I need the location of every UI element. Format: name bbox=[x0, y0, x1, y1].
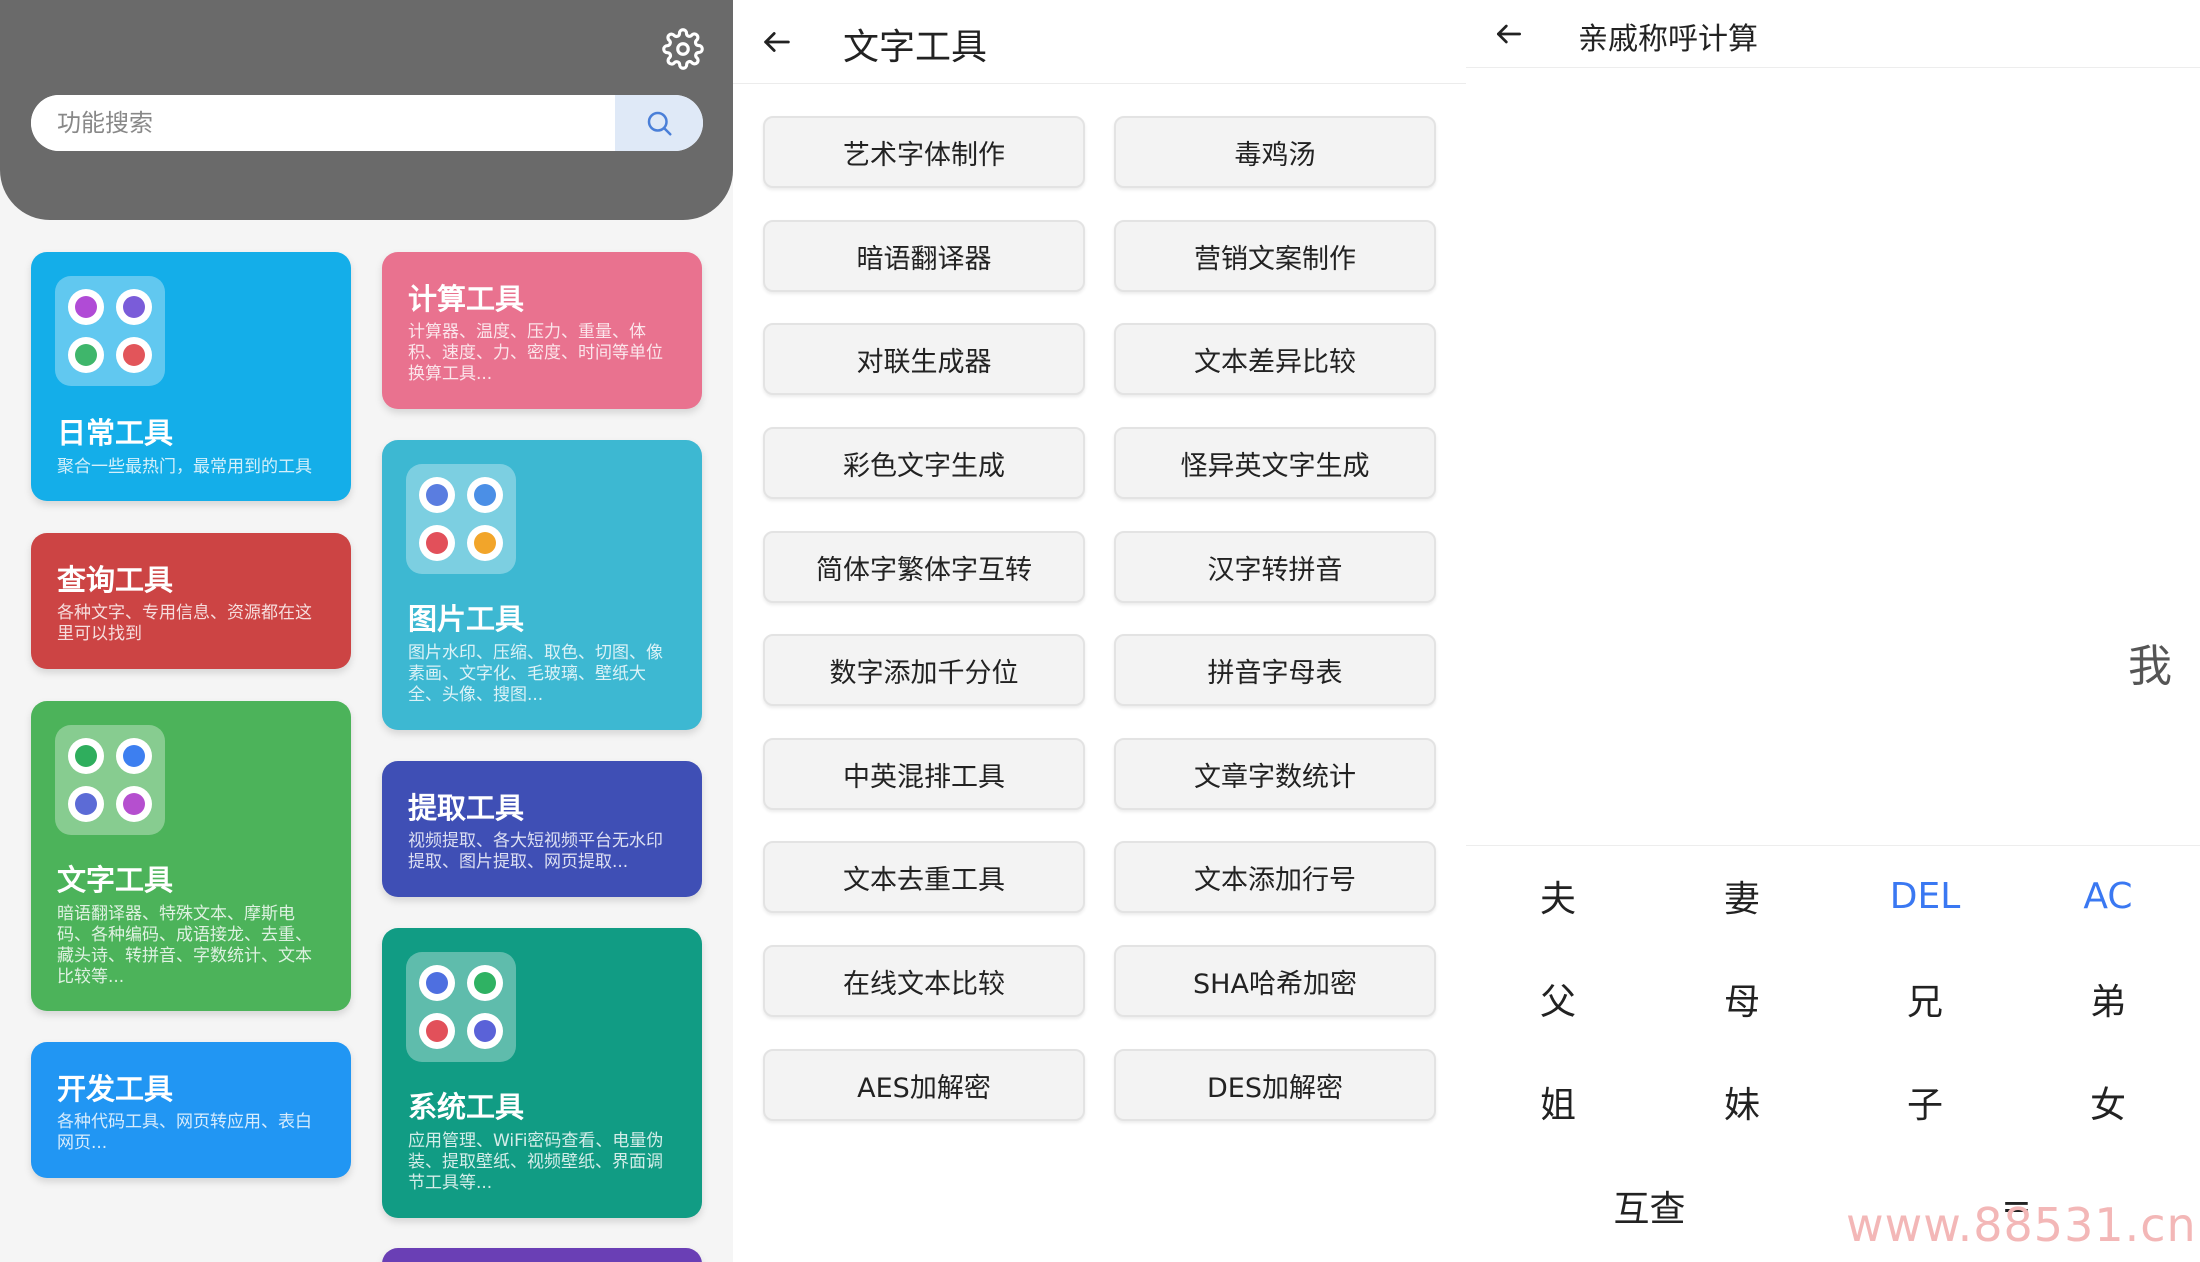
shield-check-icon bbox=[467, 965, 503, 1001]
tool-button-thousands-separator[interactable]: 数字添加千分位 bbox=[763, 634, 1085, 706]
search-icon bbox=[647, 111, 672, 136]
shield-info-icon bbox=[419, 965, 455, 1001]
card-description: 各种文字、专用信息、资源都在这里可以找到 bbox=[57, 603, 312, 644]
card-description: 计算器、温度、压力、重量、体积、速度、力、密度、时间等单位换算工具... bbox=[408, 322, 663, 384]
back-button[interactable] bbox=[1486, 12, 1532, 56]
card-title: 查询工具 bbox=[57, 563, 174, 597]
inbox-icon bbox=[116, 786, 152, 822]
card-extract-tools[interactable]: 提取工具 视频提取、各大短视频平台无水印提取、图片提取、网页提取... bbox=[382, 761, 702, 897]
monitor-icon bbox=[116, 337, 152, 373]
percent-badge-icon bbox=[419, 1013, 455, 1049]
tool-button-dedupe[interactable]: 文本去重工具 bbox=[763, 841, 1085, 913]
key-son[interactable]: 子 bbox=[1833, 1052, 2017, 1152]
document-search-icon bbox=[68, 337, 104, 373]
card-text-tools[interactable]: 文字工具 暗语翻译器、特殊文本、摩斯电码、各种编码、成语接龙、去重、藏头诗、转拼… bbox=[31, 701, 351, 1011]
tool-button-cipher-translator[interactable]: 暗语翻译器 bbox=[763, 220, 1085, 292]
tool-button-art-font[interactable]: 艺术字体制作 bbox=[763, 116, 1085, 188]
settings-badge-icon bbox=[467, 1013, 503, 1049]
graduation-cap-icon bbox=[68, 786, 104, 822]
card-query-tools[interactable]: 查询工具 各种文字、专用信息、资源都在这里可以找到 bbox=[31, 533, 351, 669]
card-calc-tools[interactable]: 计算工具 计算器、温度、压力、重量、体积、速度、力、密度、时间等单位换算工具..… bbox=[382, 252, 702, 409]
key-husband[interactable]: 夫 bbox=[1466, 846, 1650, 946]
gear-icon bbox=[662, 28, 704, 70]
arrow-left-icon bbox=[764, 32, 790, 52]
card-title: 文字工具 bbox=[57, 863, 174, 897]
back-button[interactable] bbox=[753, 20, 801, 64]
relation-display: 我 bbox=[2128, 641, 2172, 692]
text-tools-panel: 文字工具 艺术字体制作 毒鸡汤 暗语翻译器 营销文案制作 对联生成器 文本差异比… bbox=[733, 0, 1466, 1262]
tool-button-couplet-generator[interactable]: 对联生成器 bbox=[763, 323, 1085, 395]
card-dev-tools[interactable]: 开发工具 各种代码工具、网页转应用、表白网页... bbox=[31, 1042, 351, 1178]
tool-button-pinyin-alphabet[interactable]: 拼音字母表 bbox=[1114, 634, 1436, 706]
tool-button-sha-hash[interactable]: SHA哈希加密 bbox=[1114, 945, 1436, 1017]
card-description: 聚合一些最热门，最常用到的工具 bbox=[57, 457, 312, 477]
arrow-left-icon bbox=[1497, 24, 1521, 44]
tool-button-weird-english[interactable]: 怪异英文字生成 bbox=[1114, 427, 1436, 499]
key-father[interactable]: 父 bbox=[1466, 949, 1650, 1049]
camera-icon bbox=[419, 477, 455, 513]
tool-button-toxic-soup[interactable]: 毒鸡汤 bbox=[1114, 116, 1436, 188]
mutual-query-button[interactable]: 互查 bbox=[1466, 1156, 1833, 1256]
card-title: 计算工具 bbox=[408, 282, 525, 316]
text-tools-header: 文字工具 bbox=[733, 0, 1466, 84]
flower-icon bbox=[467, 525, 503, 561]
star-icon bbox=[68, 289, 104, 325]
card-title: 开发工具 bbox=[57, 1072, 174, 1106]
key-elder-brother[interactable]: 兄 bbox=[1833, 949, 2017, 1049]
tool-button-des[interactable]: DES加解密 bbox=[1114, 1049, 1436, 1121]
card-description: 图片水印、压缩、取色、切图、像素画、文字化、毛玻璃、壁纸大全、头像、搜图... bbox=[408, 643, 663, 705]
notes-icon bbox=[68, 738, 104, 774]
card-description: 视频提取、各大短视频平台无水印提取、图片提取、网页提取... bbox=[408, 831, 663, 872]
card-title: 提取工具 bbox=[408, 791, 525, 825]
document-icon bbox=[116, 738, 152, 774]
card-icon-group bbox=[406, 464, 516, 574]
tool-button-simp-trad-convert[interactable]: 简体字繁体字互转 bbox=[763, 531, 1085, 603]
tool-button-color-text[interactable]: 彩色文字生成 bbox=[763, 427, 1085, 499]
key-daughter[interactable]: 女 bbox=[2016, 1052, 2200, 1152]
tool-button-marketing-copy[interactable]: 营销文案制作 bbox=[1114, 220, 1436, 292]
card-system-tools[interactable]: 系统工具 应用管理、WiFi密码查看、电量伪装、提取壁纸、视频壁纸、界面调节工具… bbox=[382, 928, 702, 1218]
card-icon-group bbox=[55, 276, 165, 386]
card-icon-group bbox=[406, 952, 516, 1062]
card-title: 系统工具 bbox=[408, 1090, 525, 1124]
page-title: 亲戚称呼计算 bbox=[1578, 22, 1758, 57]
palette-icon bbox=[419, 525, 455, 561]
card-icon-group bbox=[55, 725, 165, 835]
clear-all-button[interactable]: AC bbox=[2016, 846, 2200, 946]
search-button[interactable] bbox=[615, 95, 703, 151]
delete-button[interactable]: DEL bbox=[1833, 846, 2017, 946]
card-title: 日常工具 bbox=[57, 416, 174, 450]
watermark: www.88531.cn bbox=[1846, 1198, 2197, 1252]
card-description: 暗语翻译器、特殊文本、摩斯电码、各种编码、成语接龙、去重、藏头诗、转拼音、字数统… bbox=[57, 904, 312, 987]
card-image-tools[interactable]: 图片工具 图片水印、压缩、取色、切图、像素画、文字化、毛玻璃、壁纸大全、头像、搜… bbox=[382, 440, 702, 730]
card-description: 应用管理、WiFi密码查看、电量伪装、提取壁纸、视频壁纸、界面调节工具等... bbox=[408, 1131, 664, 1193]
key-elder-sister[interactable]: 姐 bbox=[1466, 1052, 1650, 1152]
tool-button-online-compare[interactable]: 在线文本比较 bbox=[763, 945, 1085, 1017]
key-younger-brother[interactable]: 弟 bbox=[2016, 949, 2200, 1049]
key-mother[interactable]: 母 bbox=[1650, 949, 1834, 1049]
search-box bbox=[31, 95, 703, 151]
home-panel: 日常工具 聚合一些最热门，最常用到的工具 计算工具 计算器、温度、压力、重量、体… bbox=[0, 0, 733, 1262]
kinship-header: 亲戚称呼计算 bbox=[1466, 0, 2200, 68]
key-wife[interactable]: 妻 bbox=[1650, 846, 1834, 946]
card-next-partial[interactable] bbox=[382, 1248, 702, 1262]
settings-button[interactable] bbox=[662, 28, 704, 70]
apps-icon bbox=[116, 289, 152, 325]
tool-button-text-diff[interactable]: 文本差异比较 bbox=[1114, 323, 1436, 395]
key-younger-sister[interactable]: 妹 bbox=[1650, 1052, 1834, 1152]
picture-icon bbox=[467, 477, 503, 513]
tool-button-aes[interactable]: AES加解密 bbox=[763, 1049, 1085, 1121]
kinship-panel: 亲戚称呼计算 我 夫 妻 DEL AC 父 母 兄 弟 姐 妹 子 女 互查 =… bbox=[1466, 0, 2200, 1262]
card-daily-tools[interactable]: 日常工具 聚合一些最热门，最常用到的工具 bbox=[31, 252, 351, 501]
page-title: 文字工具 bbox=[843, 27, 988, 68]
card-title: 图片工具 bbox=[408, 602, 525, 636]
search-input[interactable] bbox=[31, 95, 615, 151]
tool-button-cn-en-mix[interactable]: 中英混排工具 bbox=[763, 738, 1085, 810]
card-description: 各种代码工具、网页转应用、表白网页... bbox=[57, 1112, 312, 1153]
tool-button-word-count[interactable]: 文章字数统计 bbox=[1114, 738, 1436, 810]
tool-button-to-pinyin[interactable]: 汉字转拼音 bbox=[1114, 531, 1436, 603]
tool-button-line-numbers[interactable]: 文本添加行号 bbox=[1114, 841, 1436, 913]
